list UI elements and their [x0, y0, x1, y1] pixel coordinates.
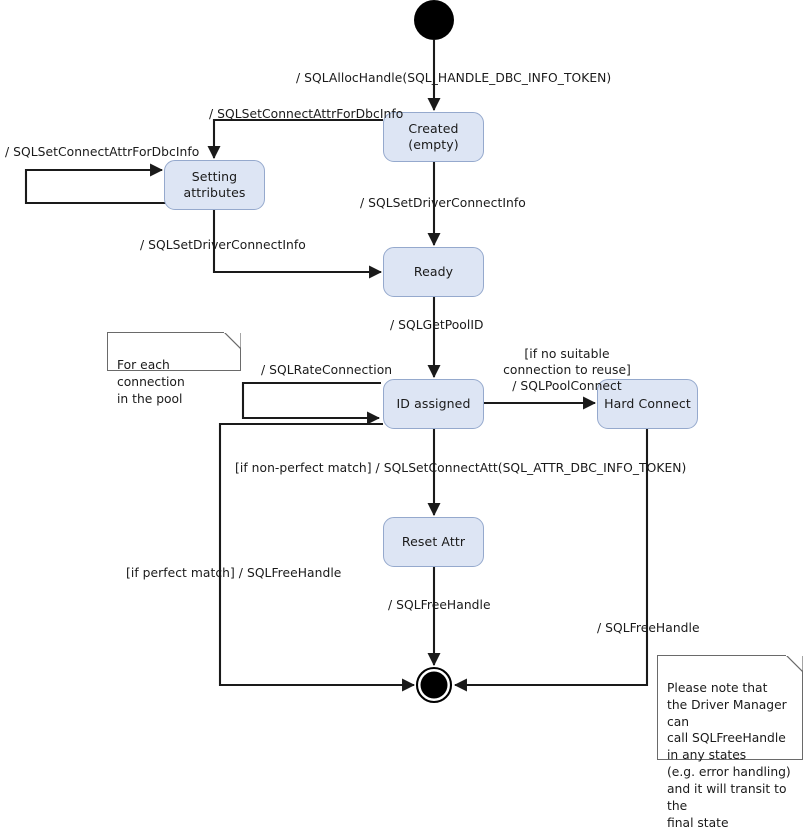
initial-pseudostate: [414, 0, 454, 40]
state-id-assigned[interactable]: ID assigned: [383, 379, 484, 429]
state-reset-attr[interactable]: Reset Attr: [383, 517, 484, 567]
edge-label-getpoolid: / SQLGetPoolID: [390, 318, 484, 332]
edge-label-setconnectattr-self-loop: / SQLSetConnectAttrForDbcInfo: [5, 145, 200, 159]
edge-label-freehandle-from-reset-attr: / SQLFreeHandle: [388, 598, 491, 612]
state-hard-connect-label: Hard Connect: [604, 396, 691, 411]
note-for-each-connection: For each connection in the pool: [107, 332, 241, 406]
note-fold-icon: [224, 332, 241, 349]
state-id-assigned-label: ID assigned: [396, 396, 471, 411]
state-ready[interactable]: Ready: [383, 247, 484, 297]
edge-label-freehandle-from-hard-connect: / SQLFreeHandle: [597, 621, 700, 635]
edge-id-assigned-self-loop: [241, 381, 381, 425]
edge-label-perfect-match: [if perfect match] / SQLFreeHandle: [126, 566, 342, 580]
note-free-handle: Please note that the Driver Manager can …: [657, 655, 803, 830]
note-for-each-connection-text: For each connection in the pool: [117, 357, 185, 406]
state-reset-attr-label: Reset Attr: [401, 534, 466, 549]
edge-label-setconnectattr-from-created: / SQLSetConnectAttrForDbcInfo: [209, 107, 404, 121]
edge-created-to-setting-attributes: [207, 118, 383, 160]
note-fold-icon: [786, 655, 803, 672]
state-created-empty-label: Created (empty): [408, 121, 459, 152]
edge-label-setdriverconnectinfo-from-setting-attributes: / SQLSetDriverConnectInfo: [140, 238, 306, 252]
edge-setting-attributes-self-loop: [24, 163, 166, 205]
final-state: [415, 666, 453, 704]
edge-label-poolconnect: [if no suitable connection to reuse] / S…: [503, 347, 631, 393]
state-setting-attributes[interactable]: Setting attributes: [164, 160, 265, 210]
state-setting-attributes-label: Setting attributes: [183, 169, 246, 200]
state-ready-label: Ready: [413, 264, 454, 279]
edge-label-alloc-handle: / SQLAllocHandle(SQL_HANDLE_DBC_INFO_TOK…: [296, 71, 612, 85]
edge-label-non-perfect-match: [if non-perfect match] / SQLSetConnectAt…: [235, 461, 687, 475]
edge-label-rateconnection: / SQLRateConnection: [261, 363, 393, 377]
state-diagram-canvas: Created (empty) Setting attributes Ready…: [0, 0, 806, 830]
note-free-handle-text: Please note that the Driver Manager can …: [667, 680, 791, 830]
edge-label-setdriverconnectinfo-from-created: / SQLSetDriverConnectInfo: [360, 196, 526, 210]
